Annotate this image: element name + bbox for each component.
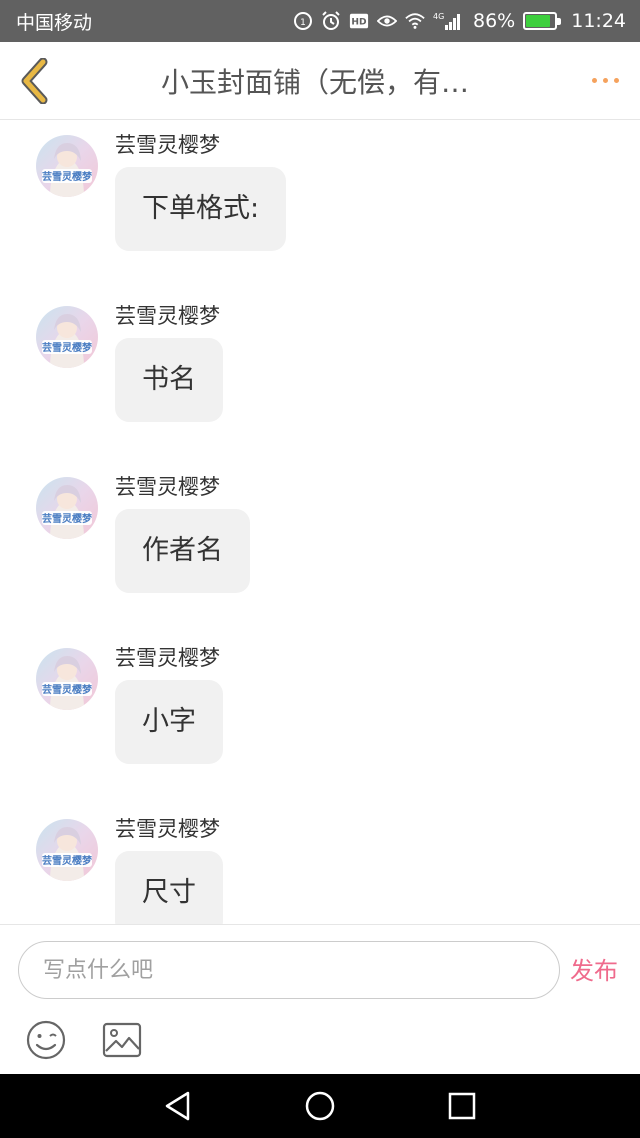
system-home-button[interactable] bbox=[304, 1090, 336, 1122]
message-item: 芸雪灵樱梦 芸雪灵樱梦 书名 bbox=[0, 292, 640, 442]
avatar[interactable]: 芸雪灵樱梦 bbox=[36, 819, 98, 881]
back-triangle-icon bbox=[165, 1091, 190, 1121]
svg-text:芸雪灵樱梦: 芸雪灵樱梦 bbox=[42, 854, 93, 867]
emoji-button[interactable] bbox=[25, 1019, 67, 1061]
battery-fill bbox=[526, 15, 551, 27]
system-recents-button[interactable] bbox=[446, 1090, 478, 1122]
message-input[interactable] bbox=[18, 941, 560, 999]
composer: 发布 bbox=[0, 924, 640, 1074]
message-item: 芸雪灵樱梦 芸雪灵樱梦 作者名 bbox=[0, 463, 640, 613]
avatar[interactable]: 芸雪灵樱梦 bbox=[36, 477, 98, 539]
send-button[interactable]: 发布 bbox=[570, 951, 618, 986]
sender-name: 芸雪灵樱梦 bbox=[115, 133, 220, 157]
alarm-icon bbox=[321, 11, 341, 31]
data-saver-icon: 1 bbox=[293, 11, 313, 31]
svg-text:芸雪灵樱梦: 芸雪灵樱梦 bbox=[42, 683, 93, 696]
emoji-icon bbox=[26, 1020, 66, 1060]
message-item: 芸雪灵樱梦 芸雪灵樱梦 小字 bbox=[0, 634, 640, 784]
image-icon bbox=[102, 1022, 142, 1058]
status-icons: 1 HD 4G 86% 11:24 bbox=[293, 10, 626, 32]
network-type: 4G bbox=[433, 12, 444, 21]
carrier-name: 中国移动 bbox=[16, 11, 93, 34]
sender-name: 芸雪灵樱梦 bbox=[115, 475, 220, 499]
message-bubble[interactable]: 尺寸 bbox=[115, 851, 223, 924]
more-button[interactable] bbox=[570, 42, 640, 120]
sender-name: 芸雪灵樱梦 bbox=[115, 304, 220, 328]
chevron-left-icon bbox=[21, 57, 48, 104]
svg-text:芸雪灵樱梦: 芸雪灵樱梦 bbox=[42, 341, 93, 354]
battery-percent: 86% bbox=[473, 10, 516, 32]
sender-name: 芸雪灵樱梦 bbox=[115, 817, 220, 841]
avatar[interactable]: 芸雪灵樱梦 bbox=[36, 648, 98, 710]
svg-text:HD: HD bbox=[351, 18, 367, 28]
battery-icon bbox=[523, 12, 562, 30]
home-circle-icon bbox=[305, 1091, 335, 1121]
back-button[interactable] bbox=[0, 42, 70, 120]
eye-comfort-icon bbox=[377, 11, 397, 31]
nav-bar: 小玉封面铺（无偿，有… bbox=[0, 42, 640, 120]
message-bubble[interactable]: 小字 bbox=[115, 680, 223, 764]
more-dot bbox=[613, 78, 619, 83]
message-list[interactable]: 芸雪灵樱梦 芸雪灵樱梦 下单格式: 芸雪灵樱梦 芸雪灵樱梦 书名 芸雪灵樱梦 芸… bbox=[0, 121, 640, 924]
svg-text:芸雪灵樱梦: 芸雪灵樱梦 bbox=[42, 170, 93, 183]
message-bubble[interactable]: 作者名 bbox=[115, 509, 250, 593]
status-bar: 中国移动 1 HD 4G 86% 11:24 bbox=[0, 0, 640, 42]
svg-text:1: 1 bbox=[300, 18, 306, 28]
svg-text:芸雪灵樱梦: 芸雪灵樱梦 bbox=[42, 512, 93, 525]
wifi-icon bbox=[405, 11, 425, 31]
message-bubble[interactable]: 下单格式: bbox=[115, 167, 287, 251]
avatar[interactable]: 芸雪灵樱梦 bbox=[36, 306, 98, 368]
system-back-button[interactable] bbox=[162, 1090, 194, 1122]
more-dot bbox=[602, 78, 608, 83]
signal-icon: 4G bbox=[433, 11, 463, 31]
recents-square-icon bbox=[448, 1092, 476, 1120]
sender-name: 芸雪灵樱梦 bbox=[115, 646, 220, 670]
message-bubble[interactable]: 书名 bbox=[115, 338, 223, 422]
clock: 11:24 bbox=[571, 10, 626, 32]
hd-icon: HD bbox=[349, 11, 369, 31]
message-item: 芸雪灵樱梦 芸雪灵樱梦 下单格式: bbox=[0, 121, 640, 271]
message-item: 芸雪灵樱梦 芸雪灵樱梦 尺寸 bbox=[0, 805, 640, 924]
system-nav-bar bbox=[0, 1074, 640, 1138]
more-dot bbox=[591, 78, 597, 83]
page-title: 小玉封面铺（无偿，有… bbox=[160, 65, 469, 99]
image-button[interactable] bbox=[101, 1021, 143, 1059]
avatar[interactable]: 芸雪灵樱梦 bbox=[36, 135, 98, 197]
